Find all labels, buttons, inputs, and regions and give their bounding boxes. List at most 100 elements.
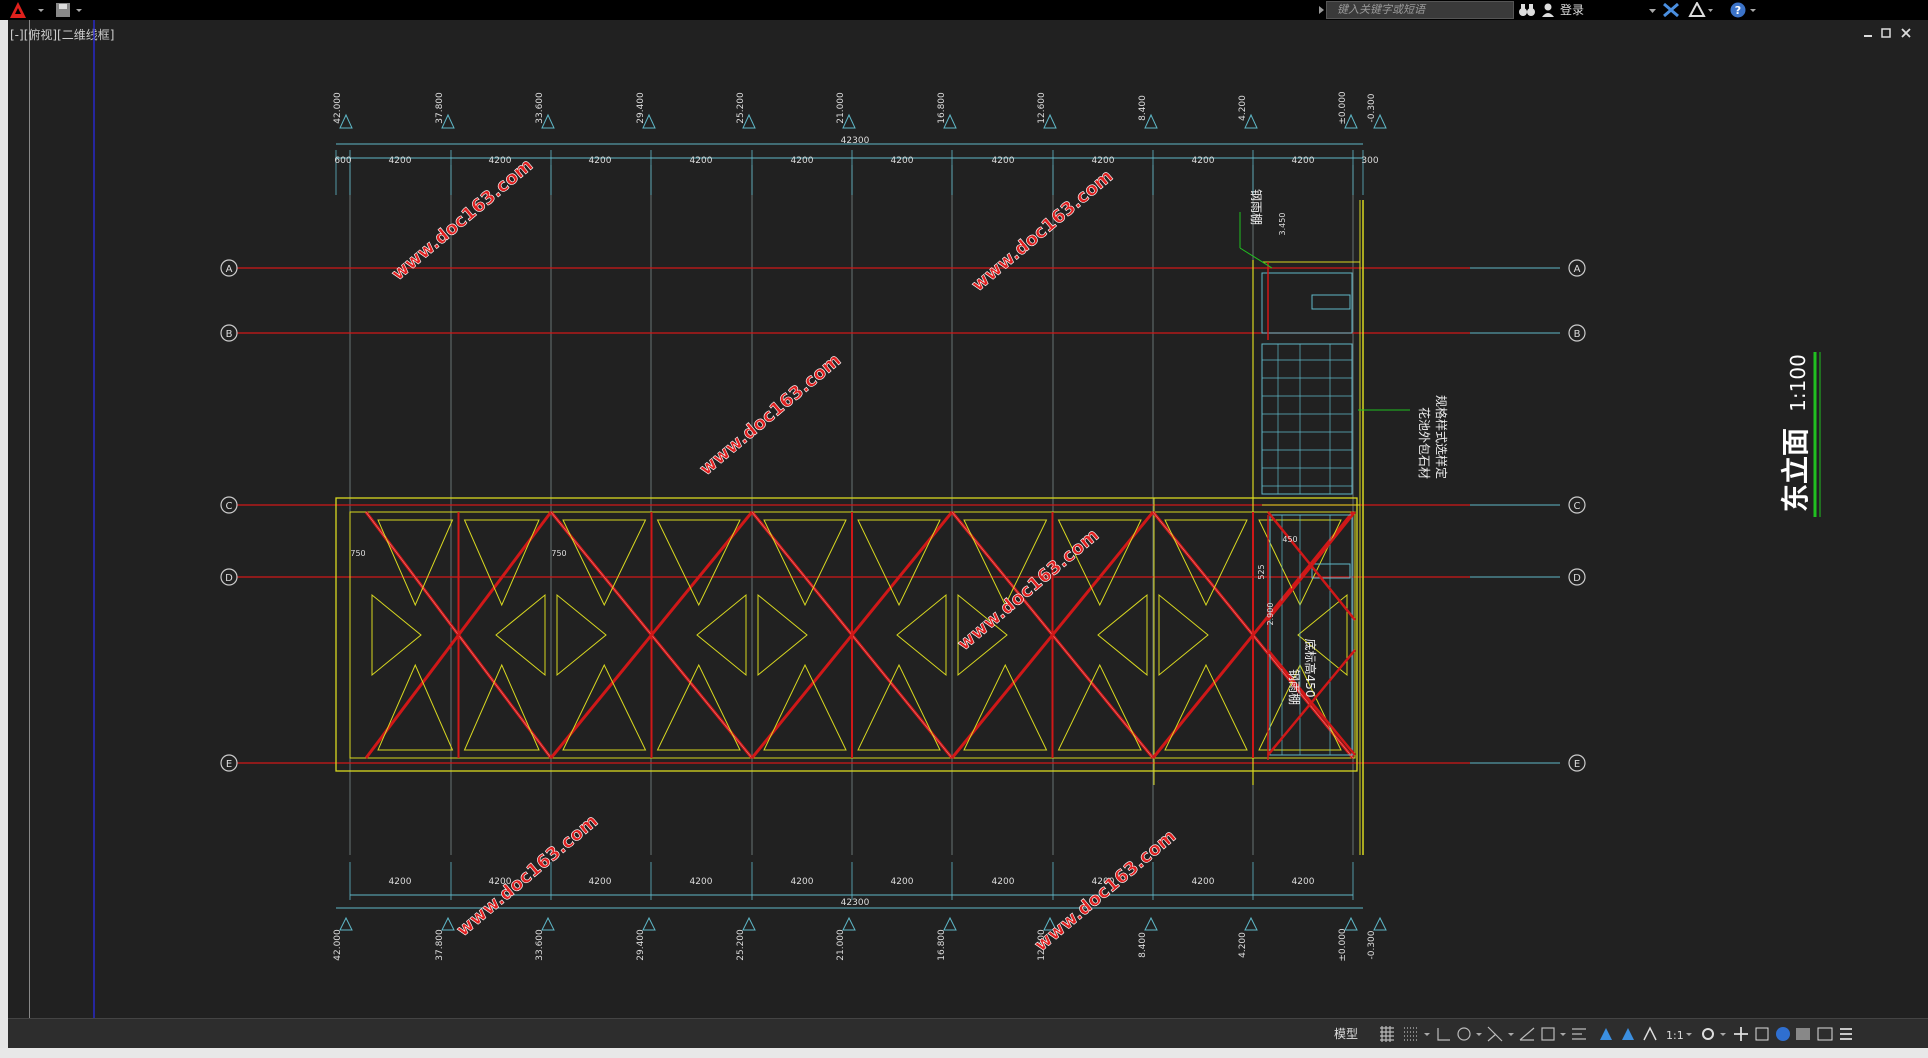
elevation-marker-bottom [1373,916,1387,931]
plus-icon [1734,1027,1748,1041]
axis-label-right: A [1574,264,1581,275]
save-icon [56,3,82,17]
bottom-dimension-label: 4200 [791,877,814,887]
top-elevation-label: 25.200 [736,92,746,124]
stone-cladding-note: 花池外包石材 [1417,407,1432,479]
axis-label-right: D [1573,573,1581,584]
dimension-450: 450 [1282,535,1297,544]
autocad-logo-icon [10,2,44,18]
annotation-scale-label: 1:1 [1666,1029,1684,1042]
exchange-icon[interactable] [1662,2,1680,18]
truss-triangle [463,519,540,607]
workspace-gear-icon [1702,1028,1714,1040]
top-elevation-label: 29.400 [636,92,646,124]
bottom-elevation-label: 29.400 [636,929,646,961]
axis-label-left: B [226,329,233,340]
truss-triangle [1158,593,1209,677]
door-panel [1311,563,1351,579]
watermark-text: www.doc163.com [968,166,1118,296]
truss-triangle [757,593,808,677]
bottom-elevation-label: 8.400 [1138,932,1148,958]
axis-label-right: B [1574,329,1581,340]
truss-triangle [377,519,454,607]
axis-label-right: C [1574,501,1581,512]
top-dimension-label: 4200 [992,156,1015,166]
osnap-icon [1519,1027,1535,1041]
full-screen-icon [1817,1027,1833,1041]
top-dimension-label: 4200 [1092,156,1115,166]
bottom-dimension-label: 4200 [891,877,914,887]
canopy-bottom-elevation-label: 底标高450 [1303,639,1318,698]
watermark-text: www.doc163.com [388,155,538,285]
application-menu-button[interactable] [6,1,46,19]
search-expand-icon[interactable] [1318,3,1326,17]
drawing-canvas[interactable]: A A B B C C D D E E 42300 600 4200 4200 4200 4200 4200 42… [8,20,1920,1018]
top-elevation-label: ±0.000 [1338,91,1348,125]
elevation-marker-bottom [842,916,856,931]
truss-triangle [495,593,546,677]
canopy-top-label: 钢雨棚 [1249,189,1264,225]
top-dimension-label: 4200 [1292,156,1315,166]
status-bar: 模型 1:1 [8,1018,1928,1049]
truss-triangle [763,519,847,607]
elevation-marker-bottom [339,916,353,931]
elevation-marker-bottom [642,916,656,931]
snap-icon [1404,1027,1418,1041]
east-elevation-drawing: A A B B C C D D E E 42300 600 4200 4200 4200 4200 4200 42… [93,20,1821,1018]
help-icon[interactable]: ? [1728,1,1760,19]
truss-triangle [1164,519,1248,607]
truss-triangle [1164,663,1248,751]
canopy-top-elevation: 3.450 [1278,213,1287,236]
top-dimension-label: 300 [1361,156,1378,166]
truss-outer-frame [335,497,1358,772]
dimension-525: 525 [1257,564,1266,579]
truss-triangle [562,663,647,751]
bottom-dimension-label: 4200 [1292,877,1315,887]
elevation-marker-bottom [943,916,957,931]
truss-triangle [377,663,454,751]
model-tab-button[interactable]: 模型 [1334,1025,1358,1042]
top-dimension-label: 4200 [1192,156,1215,166]
top-elevation-label: 16.800 [937,92,947,124]
customization-menu-icon [1840,1028,1852,1040]
quick-access-toolbar[interactable] [54,1,96,19]
truss-triangle [556,593,607,677]
bottom-dimension-label: 4200 [389,877,412,887]
binoculars-icon[interactable] [1517,2,1537,18]
truss-triangle [1097,593,1148,677]
clean-screen-icon [1796,1028,1810,1040]
bottom-elevation-label: 16.800 [937,929,947,961]
bottom-dimension-label: 4200 [589,877,612,887]
bottom-elevation-label: 42.000 [333,929,343,961]
top-elevation-label: 33.600 [535,92,545,124]
top-dimension-label: 4200 [389,156,412,166]
bottom-elevation-label: 4.200 [1238,932,1248,958]
dimension-2900: 2.900 [1266,603,1275,626]
login-button[interactable]: 登录 [1560,1,1650,19]
elevation-scale: 1:100 [1786,354,1810,412]
elevation-title: 东立面 [1779,428,1812,512]
truss-triangle [562,519,647,607]
status-bar-tools[interactable]: 1:1 [1378,1024,1928,1044]
axis-label-left: D [225,573,233,584]
top-elevation-label: 42.000 [333,92,343,124]
bottom-elevation-label: 37.800 [435,929,445,961]
hardware-acceleration-icon [1776,1027,1790,1041]
user-icon [1542,3,1554,17]
top-elevation-label: 21.000 [836,92,846,124]
stone-cladding-note-2: 规格样式选样定 [1434,395,1449,479]
top-dimension-label: 4200 [891,156,914,166]
truss-triangle [1057,663,1142,751]
chevron-down-icon[interactable] [1648,3,1658,17]
svg-text:?: ? [1735,4,1741,17]
truss-triangle [857,519,941,607]
top-dimension-label: 4200 [589,156,612,166]
dimension-750-left: 750 [350,549,365,558]
curtain-wall [1261,343,1353,495]
watermark-text: www.doc163.com [696,350,846,480]
top-elevation-label: 37.800 [435,92,445,124]
a360-icon[interactable] [1688,2,1714,18]
isolate-objects-icon [1755,1027,1769,1041]
search-input[interactable]: 键入关键字或短语 [1326,1,1514,19]
left-frame [0,20,8,1048]
